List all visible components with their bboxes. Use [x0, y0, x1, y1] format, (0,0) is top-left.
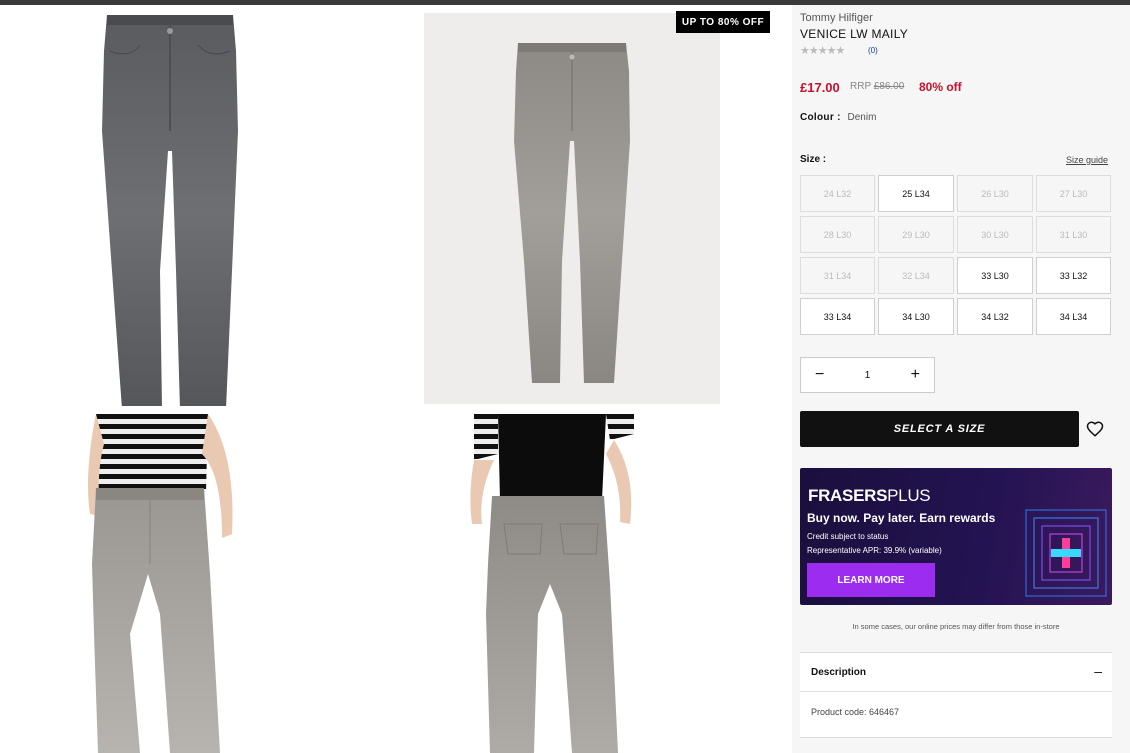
plus-maze-icon [1025, 509, 1107, 597]
product-image-front[interactable] [0, 11, 366, 406]
discount-percent: 80% off [919, 80, 962, 94]
size-option[interactable]: 26 L30 [957, 175, 1033, 212]
select-size-button[interactable]: SELECT A SIZE [800, 411, 1079, 447]
size-option[interactable]: 34 L30 [878, 298, 954, 335]
colour-value: Denim [847, 112, 877, 123]
size-option[interactable]: 24 L32 [800, 175, 875, 212]
product-code: Product code: 646467 [811, 707, 900, 717]
description-content: Product code: 646467 [800, 692, 1112, 738]
size-option[interactable]: 33 L30 [957, 257, 1033, 294]
description-accordion[interactable]: Description – [800, 652, 1112, 692]
rrp-value: £86.00 [873, 81, 905, 92]
gallery-gutter [770, 5, 792, 753]
size-option[interactable]: 27 L30 [1036, 175, 1111, 212]
promo-credit-note: Credit subject to status [807, 532, 889, 541]
collapse-icon[interactable]: – [1094, 663, 1102, 679]
size-option[interactable]: 31 L34 [800, 257, 875, 294]
wishlist-heart-icon[interactable] [1086, 420, 1104, 438]
size-option[interactable]: 32 L34 [878, 257, 954, 294]
learn-more-button[interactable]: LEARN MORE [807, 563, 935, 597]
size-option[interactable]: 28 L30 [800, 216, 875, 253]
review-count-link[interactable]: (0) [868, 46, 878, 55]
sale-price: £17.00 [800, 80, 840, 95]
description-label: Description [811, 667, 867, 678]
quantity-decrease-button[interactable]: − [815, 367, 824, 383]
size-grid: 24 L32 25 L34 26 L30 27 L30 28 L30 29 L30 30 L… [800, 175, 1112, 335]
rating-stars: ★★★★★ [800, 45, 845, 57]
size-option[interactable]: 25 L34 [878, 175, 954, 212]
frasers-plus-logo: FRASERSPLUS [808, 486, 931, 506]
product-image-model-back[interactable] [374, 414, 770, 753]
rrp-label: RRP [850, 81, 871, 92]
product-brand[interactable]: Tommy Hilfiger [800, 12, 873, 24]
product-image-front-alt[interactable] [374, 11, 770, 406]
colour-label: Colour : [800, 112, 841, 123]
rrp-price: RRP £86.00 [850, 81, 904, 92]
size-label: Size : [800, 154, 827, 165]
product-image-model-front[interactable] [0, 414, 366, 753]
logo-light: PLUS [887, 486, 931, 505]
size-option[interactable]: 34 L32 [957, 298, 1033, 335]
frasers-plus-banner[interactable]: FRASERSPLUS Buy now. Pay later. Earn rew… [800, 468, 1112, 605]
promo-apr-note: Representative APR: 39.9% (variable) [807, 546, 942, 555]
quantity-stepper: − 1 + [800, 357, 935, 393]
promo-headline: Buy now. Pay later. Earn rewards [807, 511, 996, 525]
colour-row: Colour : Denim [800, 112, 876, 123]
quantity-value[interactable]: 1 [865, 370, 871, 381]
quantity-increase-button[interactable]: + [911, 367, 920, 383]
product-title: VENICE LW MAILY [800, 27, 909, 41]
logo-bold: FRASERS [808, 486, 888, 505]
size-option[interactable]: 31 L30 [1036, 216, 1111, 253]
size-option[interactable]: 29 L30 [878, 216, 954, 253]
product-gallery [0, 5, 792, 753]
price-disclaimer: In some cases, our online prices may dif… [852, 622, 1060, 631]
discount-badge: UP TO 80% OFF [676, 11, 770, 33]
size-option[interactable]: 33 L32 [1036, 257, 1111, 294]
size-guide-link[interactable]: Size guide [1066, 155, 1108, 165]
size-option[interactable]: 30 L30 [957, 216, 1033, 253]
size-option[interactable]: 33 L34 [800, 298, 875, 335]
size-option[interactable]: 34 L34 [1036, 298, 1111, 335]
